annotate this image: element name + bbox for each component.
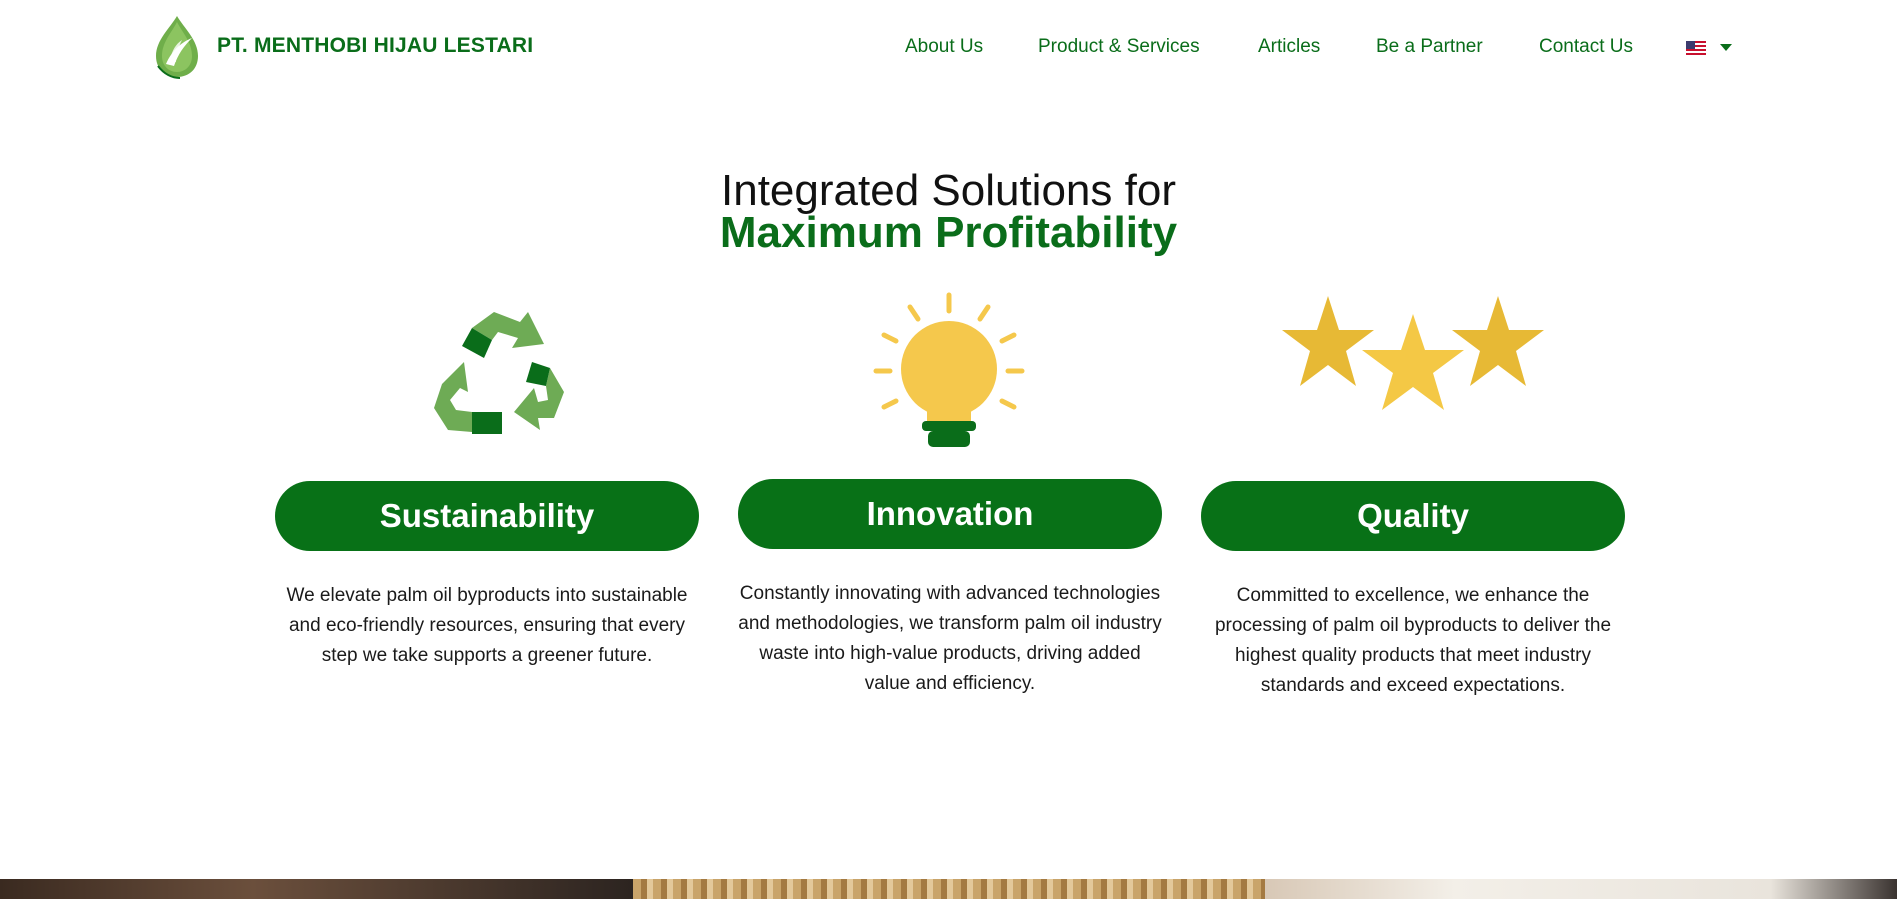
recycle-icon [434,312,564,434]
section-heading-line2: Maximum Profitability [719,208,1178,257]
sustainability-description: We elevate palm oil byproducts into sust… [286,585,688,666]
innovation-description: Constantly innovating with advanced tech… [738,583,1162,694]
nav-product-services[interactable]: Product & Services [1038,36,1200,58]
nav-be-a-partner[interactable]: Be a Partner [1376,36,1483,58]
nav-articles[interactable]: Articles [1258,36,1320,58]
bottom-photo-3 [1265,879,1897,899]
sustainability-button[interactable]: Sustainability [275,481,699,551]
bottom-photo-1 [0,879,633,899]
caret-down-icon [1720,44,1732,51]
bottom-photo-2 [633,879,1265,899]
quality-button[interactable]: Quality [1201,481,1625,551]
nav-contact-us[interactable]: Contact Us [1539,36,1633,58]
nav-about-us[interactable]: About Us [905,36,983,58]
us-flag-icon [1686,41,1706,55]
innovation-button[interactable]: Innovation [738,479,1162,549]
quality-description: Committed to excellence, we enhance the … [1214,585,1612,696]
language-selector[interactable] [1686,39,1734,57]
lightbulb-icon [873,292,1025,447]
site-header: PT. MENTHOBI HIJAU LESTARI About Us Prod… [0,0,1897,96]
three-stars-icon [1282,296,1544,410]
main-nav: About Us Product & Services Articles Be … [0,36,1897,62]
